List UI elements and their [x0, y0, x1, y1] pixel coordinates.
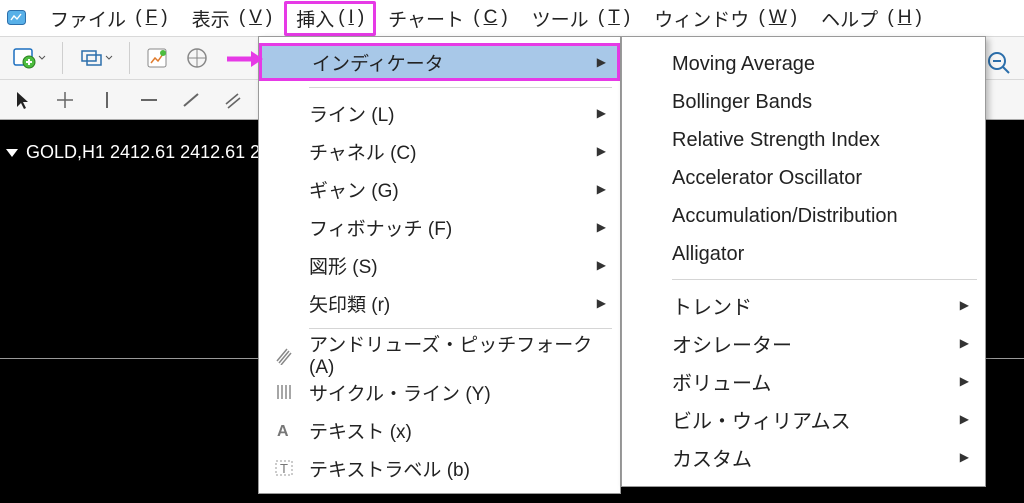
new-chart-button[interactable] [6, 41, 52, 75]
menu-item-cycle-lines[interactable]: サイクル・ライン (Y) [259, 373, 620, 411]
chart-symbol-label: GOLD,H1 2412.61 2412.61 2411 [6, 142, 289, 163]
menu-divider [309, 87, 612, 88]
menu-item-shapes[interactable]: 図形 (S)▶ [259, 246, 620, 284]
menu-file[interactable]: ファイル (F) [38, 1, 180, 36]
crosshair-tool[interactable] [48, 83, 82, 117]
chevron-right-icon: ▶ [960, 298, 969, 312]
indicators-submenu: Moving Average Bollinger Bands Relative … [621, 36, 986, 487]
insert-menu-dropdown: インディケータ ▶ ライン (L)▶ チャネル (C)▶ ギャン (G)▶ フィ… [258, 36, 621, 494]
menu-tools[interactable]: ツール (T) [520, 1, 643, 36]
trendline-tool[interactable] [174, 83, 208, 117]
text-a-icon: A [259, 419, 309, 441]
annotation-arrow-icon [225, 49, 263, 69]
menu-item-channel[interactable]: チャネル (C)▶ [259, 132, 620, 170]
menu-item-gann[interactable]: ギャン (G)▶ [259, 170, 620, 208]
menu-item-custom[interactable]: カスタム▶ [622, 438, 985, 476]
chevron-right-icon: ▶ [597, 55, 606, 69]
menu-bar: ファイル (F) 表示 (V) 挿入(I) チャート (C) ツール (T) ウ… [0, 0, 1024, 36]
menu-item-text[interactable]: A テキスト (x) [259, 411, 620, 449]
menu-item-trend[interactable]: トレンド▶ [622, 286, 985, 324]
chevron-right-icon: ▶ [597, 296, 606, 310]
toolbar-separator [129, 42, 130, 74]
app-icon [6, 8, 30, 28]
menu-item-moving-average[interactable]: Moving Average [622, 45, 985, 83]
chevron-right-icon: ▶ [960, 412, 969, 426]
chevron-right-icon: ▶ [597, 220, 606, 234]
pitchfork-icon [259, 343, 309, 365]
navigator-button[interactable] [180, 41, 214, 75]
chevron-right-icon: ▶ [960, 450, 969, 464]
market-watch-button[interactable] [140, 41, 174, 75]
menu-item-arrows[interactable]: 矢印類 (r)▶ [259, 284, 620, 322]
menu-insert[interactable]: 挿入(I) [284, 1, 376, 36]
menu-item-oscillators[interactable]: オシレーター▶ [622, 324, 985, 362]
zoom-out-button[interactable] [984, 48, 1014, 78]
menu-item-rsi[interactable]: Relative Strength Index [622, 121, 985, 159]
svg-text:A: A [277, 423, 289, 440]
chevron-right-icon: ▶ [597, 106, 606, 120]
svg-text:T: T [280, 461, 288, 476]
toolbar-separator [62, 42, 63, 74]
menu-item-bill-williams[interactable]: ビル・ウィリアムス▶ [622, 400, 985, 438]
chevron-right-icon: ▶ [960, 336, 969, 350]
menu-help[interactable]: ヘルプ (H) [809, 1, 934, 36]
menu-window[interactable]: ウィンドウ (W) [642, 1, 809, 36]
menu-item-volumes[interactable]: ボリューム▶ [622, 362, 985, 400]
text-label-icon: T [259, 457, 309, 479]
cycle-lines-icon [259, 381, 309, 403]
chevron-right-icon: ▶ [597, 182, 606, 196]
vertical-line-tool[interactable] [90, 83, 124, 117]
horizontal-line-tool[interactable] [132, 83, 166, 117]
menu-divider [672, 279, 977, 280]
chevron-right-icon: ▶ [597, 258, 606, 272]
menu-item-indicators[interactable]: インディケータ ▶ [259, 43, 620, 81]
menu-item-alligator[interactable]: Alligator [622, 235, 985, 273]
cursor-tool[interactable] [6, 83, 40, 117]
menu-item-bollinger-bands[interactable]: Bollinger Bands [622, 83, 985, 121]
channel-tool[interactable] [216, 83, 250, 117]
chevron-right-icon: ▶ [597, 144, 606, 158]
menu-item-accumulation-dist[interactable]: Accumulation/Distribution [622, 197, 985, 235]
chevron-right-icon: ▶ [960, 374, 969, 388]
menu-item-text-label[interactable]: T テキストラベル (b) [259, 449, 620, 487]
menu-item-fibonacci[interactable]: フィボナッチ (F)▶ [259, 208, 620, 246]
menu-item-accelerator-osc[interactable]: Accelerator Oscillator [622, 159, 985, 197]
chevron-down-icon [6, 149, 18, 157]
menu-chart[interactable]: チャート (C) [376, 1, 519, 36]
profiles-button[interactable] [73, 41, 119, 75]
menu-item-pitchfork[interactable]: アンドリューズ・ピッチフォーク (A) [259, 335, 620, 373]
menu-item-line[interactable]: ライン (L)▶ [259, 94, 620, 132]
menu-view[interactable]: 表示 (V) [180, 1, 285, 36]
